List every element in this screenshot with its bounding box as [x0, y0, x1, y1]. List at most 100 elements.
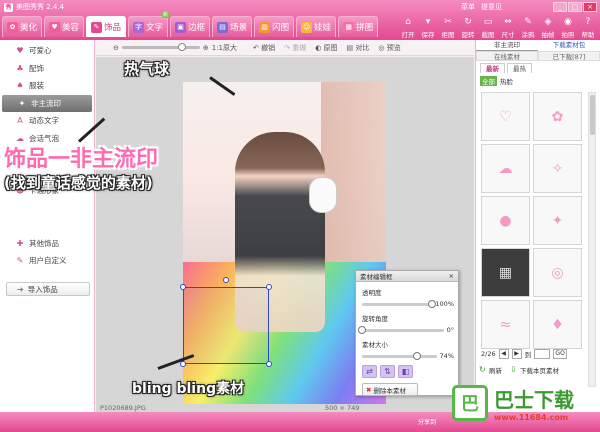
material-thumb[interactable]: ✿: [533, 92, 582, 141]
resize-handle[interactable]: [180, 284, 186, 290]
opacity-label: 透明度: [362, 289, 382, 297]
toolbar-button-7[interactable]: ◈ 抽帧: [538, 13, 558, 39]
material-thumb[interactable]: ✦: [533, 196, 582, 245]
original-button[interactable]: ◐ 原图: [315, 43, 337, 53]
sidebar-item-9[interactable]: [0, 200, 94, 218]
filter-hottest[interactable]: 最热: [507, 63, 532, 73]
share-link[interactable]: 分享到: [418, 417, 436, 426]
undo-label: 撤销: [261, 43, 276, 52]
material-selection-box[interactable]: [180, 277, 272, 367]
material-library-panel: 非主流印 下载素材包 在线素材 已下载[87] 最新 最热 全部 热脸 ♡ ✿ …: [475, 40, 600, 412]
tab-online-materials[interactable]: 在线素材: [476, 51, 538, 61]
category-all[interactable]: 全部: [480, 76, 497, 86]
zoom-in-icon[interactable]: ⊕: [203, 44, 209, 52]
app-logo-icon: 秀: [4, 2, 13, 12]
rotation-value: 0°: [446, 326, 454, 334]
app-title-text: 美图秀秀 2.4.4: [16, 3, 65, 11]
close-button[interactable]: ×: [583, 2, 597, 12]
toolbar-button-4[interactable]: ▭ 截图: [478, 13, 498, 39]
toolbar-button-1[interactable]: ▾ 保存: [418, 13, 438, 39]
sidebar-item-2[interactable]: ♠ 服装: [0, 77, 94, 95]
material-thumb[interactable]: ≈: [481, 300, 530, 349]
next-page-icon[interactable]: ▶: [511, 349, 522, 359]
undo-button[interactable]: ↶ 撤销: [253, 43, 275, 53]
toolbar-button-0[interactable]: ⌂ 打开: [398, 13, 418, 39]
actual-size-button[interactable]: 1:1原大: [212, 43, 237, 53]
flip-horizontal-icon[interactable]: ⇄: [362, 365, 377, 378]
delete-material-button[interactable]: ✖ 删除本素材: [362, 383, 418, 396]
compare-button[interactable]: ▤ 对比: [347, 43, 370, 53]
screenshot-icon: ▭: [483, 17, 493, 27]
material-thumb[interactable]: ◎: [533, 248, 582, 297]
toolbar-button-6[interactable]: ✎ 涂鸦: [518, 13, 538, 39]
flip-vertical-icon[interactable]: ⇅: [380, 365, 395, 378]
filter-newest[interactable]: 最新: [480, 63, 505, 73]
misc-ornament-icon: ✚: [16, 238, 24, 248]
material-thumb[interactable]: ▦: [481, 248, 530, 297]
go-button[interactable]: GO: [553, 349, 568, 359]
resize-handle[interactable]: [266, 284, 272, 290]
tab-0[interactable]: ✿ 美化: [2, 16, 43, 37]
toolbar-button-5[interactable]: ⇔ 尺寸: [498, 13, 518, 39]
tab-label: 美化: [20, 23, 38, 33]
tab-downloaded-materials[interactable]: 已下载[87]: [538, 51, 600, 61]
page-input[interactable]: [534, 349, 551, 359]
tab-label: 边框: [188, 23, 206, 33]
download-package-link[interactable]: 下载素材包: [538, 40, 600, 51]
material-thumb[interactable]: ♡: [481, 92, 530, 141]
material-thumb[interactable]: ♦: [533, 300, 582, 349]
sidebar-item-11[interactable]: ✚ 其他饰品: [0, 235, 94, 253]
rotate-icon: ↻: [464, 17, 472, 27]
material-scrollbar[interactable]: [588, 92, 596, 387]
toolbar-button-9[interactable]: ? 帮助: [578, 13, 598, 39]
prev-page-icon[interactable]: ◀: [498, 349, 509, 359]
resize-handle[interactable]: [266, 361, 272, 367]
tab-5[interactable]: ▤ 场景: [212, 16, 253, 37]
zoom-slider[interactable]: [121, 43, 200, 51]
tab-4[interactable]: ▣ 边框: [170, 16, 211, 37]
rotation-knob[interactable]: [358, 325, 366, 334]
menu-link[interactable]: 菜单: [461, 2, 475, 12]
sidebar-item-12[interactable]: ✎ 用户自定义: [0, 252, 94, 270]
sidebar-item-3[interactable]: ✦ 非主流印: [2, 94, 92, 112]
zoom-out-icon[interactable]: ⊖: [113, 44, 119, 52]
material-thumb[interactable]: ☁: [481, 144, 530, 193]
import-ornament-button[interactable]: ➜ 导入饰品: [6, 282, 90, 296]
material-thumb[interactable]: ✧: [533, 144, 582, 193]
frames-icon: ◈: [544, 17, 552, 27]
redo-button[interactable]: ↷ 重做: [284, 43, 306, 53]
sidebar-item-4[interactable]: A 动态文字: [0, 112, 94, 130]
opacity-slider[interactable]: [362, 299, 437, 308]
tab-6[interactable]: ▥ 闪图: [254, 16, 295, 37]
size-knob[interactable]: [413, 351, 422, 360]
material-thumb[interactable]: ●: [481, 196, 530, 245]
layer-icon[interactable]: ◧: [398, 365, 413, 378]
category-hot[interactable]: 热脸: [500, 76, 513, 86]
toolbar-button-3[interactable]: ↻ 旋转: [458, 13, 478, 39]
size-slider[interactable]: [362, 351, 437, 360]
preview-button[interactable]: ◎ 预览: [378, 43, 400, 53]
scrollbar-thumb[interactable]: [590, 95, 595, 135]
opacity-knob[interactable]: [428, 299, 437, 308]
tab-3[interactable]: 字文字 新: [128, 11, 170, 37]
tab-1[interactable]: ♥ 美容: [44, 16, 85, 37]
rotation-slider[interactable]: [358, 325, 444, 334]
tab-2[interactable]: ✎ 饰品: [86, 16, 127, 37]
toolbar-button-2[interactable]: ✂ 拒图: [438, 13, 458, 39]
refresh-button[interactable]: ↻ 刷新: [479, 365, 502, 376]
tab-8[interactable]: ▦ 拼图: [338, 16, 379, 37]
minimize-button[interactable]: _: [553, 2, 567, 12]
panel-close-icon[interactable]: ×: [449, 272, 454, 280]
tab-7[interactable]: ☺ 娃娃: [296, 16, 337, 37]
zoom-knob[interactable]: [177, 43, 186, 51]
sidebar-item-0[interactable]: ♥ 可爱心: [0, 42, 94, 60]
download-page-button[interactable]: ⇩ 下载本页素材: [510, 365, 559, 376]
tab-stamp-materials[interactable]: 非主流印: [476, 40, 538, 51]
sidebar-item-10[interactable]: [0, 217, 94, 235]
sidebar-item-1[interactable]: ♣ 配饰: [0, 60, 94, 78]
toolbar-button-8[interactable]: ◉ 拍照: [558, 13, 578, 39]
resize-handle[interactable]: [180, 361, 186, 367]
rotate-handle[interactable]: [223, 277, 229, 283]
feedback-link[interactable]: 提意见: [481, 2, 502, 12]
maximize-button[interactable]: □: [568, 2, 582, 12]
